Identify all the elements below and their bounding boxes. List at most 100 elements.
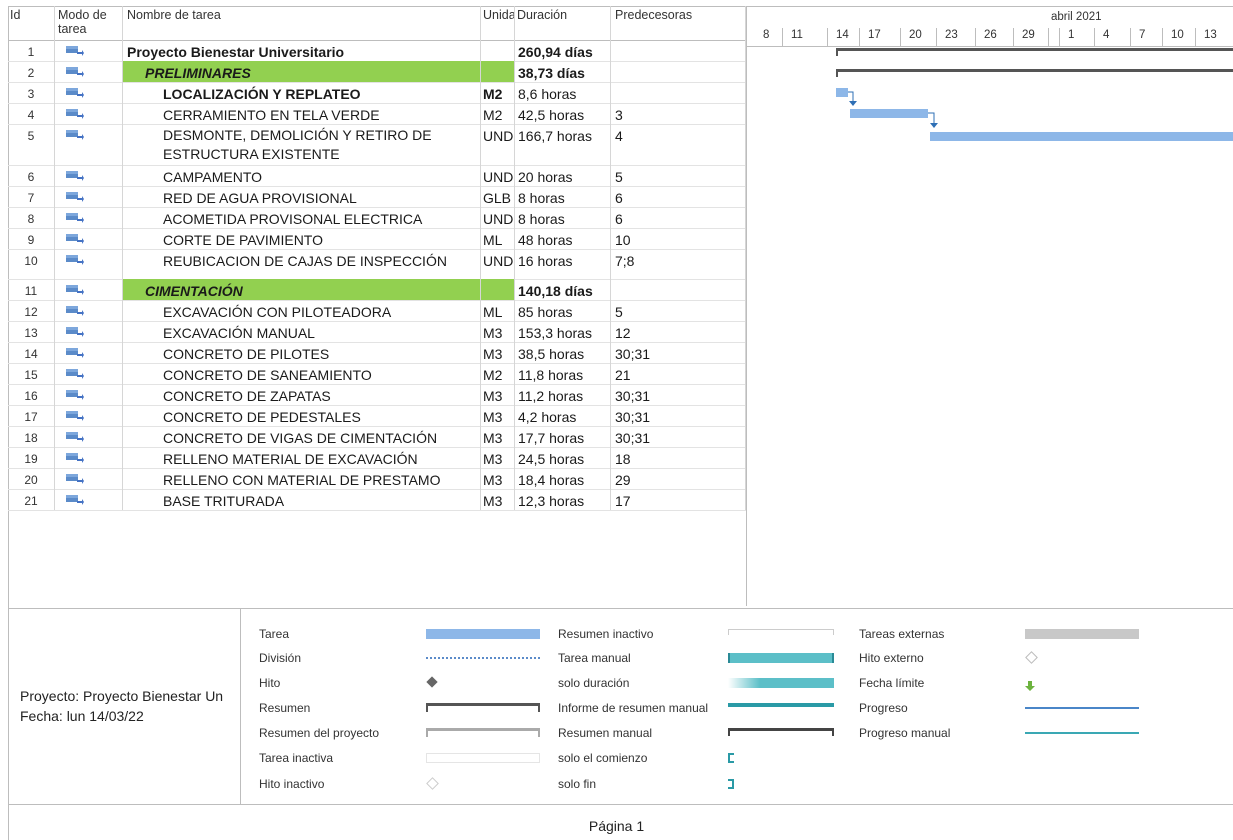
legend-label: solo fin bbox=[558, 777, 597, 791]
task-mode bbox=[55, 426, 123, 447]
auto-scheduled-icon bbox=[66, 234, 84, 244]
legend-symbol bbox=[426, 703, 540, 712]
task-bar-5[interactable] bbox=[930, 132, 1233, 141]
table-row[interactable]: 21 BASE TRITURADA M3 12,3 horas 17 bbox=[8, 489, 746, 511]
table-row[interactable]: 15 CONCRETO DE SANEAMIENTO M2 11,8 horas… bbox=[8, 363, 746, 385]
task-duration: 17,7 horas bbox=[515, 426, 611, 447]
table-row[interactable]: 3 LOCALIZACIÓN Y REPLATEO M2 8,6 horas bbox=[8, 82, 746, 104]
header-duration[interactable]: Duración bbox=[515, 6, 611, 40]
summary-cap-preliminares[interactable] bbox=[836, 69, 838, 77]
auto-scheduled-icon bbox=[66, 109, 84, 119]
link-3-4[interactable] bbox=[848, 91, 854, 101]
header-predecessors[interactable]: Predecesoras bbox=[611, 6, 746, 40]
table-row[interactable]: 13 EXCAVACIÓN MANUAL M3 153,3 horas 12 bbox=[8, 321, 746, 343]
gantt-bars bbox=[836, 48, 1233, 141]
task-predecessors: 4 bbox=[611, 124, 746, 165]
link-4-5[interactable] bbox=[928, 112, 935, 123]
header-name[interactable]: Nombre de tarea bbox=[123, 6, 481, 40]
table-row[interactable]: 10 REUBICACION DE CAJAS DE INSPECCIÓN UN… bbox=[8, 249, 746, 280]
legend-symbol bbox=[426, 629, 540, 639]
task-id: 17 bbox=[8, 405, 55, 426]
table-row[interactable]: 12 EXCAVACIÓN CON PILOTEADORA ML 85 hora… bbox=[8, 300, 746, 322]
table-row[interactable]: 5 DESMONTE, DEMOLICIÓN Y RETIRO DE ESTRUC… bbox=[8, 124, 746, 166]
task-duration: 20 horas bbox=[515, 165, 611, 186]
auto-scheduled-icon bbox=[66, 411, 84, 421]
table-row[interactable]: 11 CIMENTACIÓN 140,18 días bbox=[8, 279, 746, 301]
task-predecessors: 6 bbox=[611, 207, 746, 228]
header-mode[interactable]: Modo de tarea bbox=[55, 6, 123, 40]
header-id[interactable]: Id bbox=[8, 6, 55, 40]
task-bar-4[interactable] bbox=[850, 109, 928, 118]
task-predecessors bbox=[611, 40, 746, 61]
task-predecessors: 30;31 bbox=[611, 384, 746, 405]
task-unit bbox=[481, 279, 515, 300]
legend-label: solo duración bbox=[558, 676, 630, 690]
project-summary-bar[interactable] bbox=[836, 48, 1233, 51]
task-predecessors: 21 bbox=[611, 363, 746, 384]
legend-symbol bbox=[1025, 703, 1139, 709]
table-row[interactable]: 14 CONCRETO DE PILOTES M3 38,5 horas 30;… bbox=[8, 342, 746, 364]
legend-panel: Proyecto: Proyecto Bienestar Un Fecha: l… bbox=[8, 608, 1233, 805]
table-row[interactable]: 8 ACOMETIDA PROVISONAL ELECTRICA UND 8 h… bbox=[8, 207, 746, 229]
link-arrow-3-4[interactable] bbox=[849, 101, 857, 106]
table-row[interactable]: 16 CONCRETO DE ZAPATAS M3 11,2 horas 30;… bbox=[8, 384, 746, 406]
task-mode bbox=[55, 300, 123, 321]
link-arrow-4-5[interactable] bbox=[930, 123, 938, 128]
task-mode bbox=[55, 468, 123, 489]
auto-scheduled-icon bbox=[66, 67, 84, 77]
task-mode bbox=[55, 384, 123, 405]
auto-scheduled-icon bbox=[66, 285, 84, 295]
task-name: CONCRETO DE VIGAS DE CIMENTACIÓN bbox=[123, 426, 481, 447]
legend-label: Hito bbox=[259, 676, 281, 690]
table-row[interactable]: 9 CORTE DE PAVIMIENTO ML 48 horas 10 bbox=[8, 228, 746, 250]
task-predecessors: 3 bbox=[611, 103, 746, 124]
legend-symbol bbox=[728, 753, 734, 763]
task-mode bbox=[55, 207, 123, 228]
legend-label: Tarea bbox=[259, 627, 290, 641]
legend-symbol bbox=[1025, 678, 1035, 696]
legend-label: Resumen bbox=[259, 701, 311, 715]
project-summary-cap[interactable] bbox=[836, 48, 838, 56]
auto-scheduled-icon bbox=[66, 255, 84, 265]
header-unit[interactable]: Unidad bbox=[481, 6, 515, 40]
task-name: EXCAVACIÓN MANUAL bbox=[123, 321, 481, 342]
task-duration: 12,3 horas bbox=[515, 489, 611, 510]
summary-bar-preliminares[interactable] bbox=[836, 69, 1233, 72]
auto-scheduled-icon bbox=[66, 369, 84, 379]
task-name: CONCRETO DE ZAPATAS bbox=[123, 384, 481, 405]
auto-scheduled-icon bbox=[66, 306, 84, 316]
task-mode bbox=[55, 342, 123, 363]
legend-label: Informe de resumen manual bbox=[558, 701, 709, 715]
table-row[interactable]: 19 RELLENO MATERIAL DE EXCAVACIÓN M3 24,… bbox=[8, 447, 746, 469]
table-row[interactable]: 4 CERRAMIENTO EN TELA VERDE M2 42,5 hora… bbox=[8, 103, 746, 125]
task-duration: 85 horas bbox=[515, 300, 611, 321]
table-row[interactable]: 1 Proyecto Bienestar Universitario 260,9… bbox=[8, 40, 746, 62]
task-predecessors bbox=[611, 61, 746, 82]
auto-scheduled-icon bbox=[66, 130, 84, 140]
task-duration: 8,6 horas bbox=[515, 82, 611, 103]
table-row[interactable]: 2 PRELIMINARES 38,73 días bbox=[8, 61, 746, 83]
task-bar-3[interactable] bbox=[836, 88, 848, 97]
task-duration: 11,2 horas bbox=[515, 384, 611, 405]
task-mode bbox=[55, 228, 123, 249]
task-id: 3 bbox=[8, 82, 55, 103]
task-name: CONCRETO DE PILOTES bbox=[123, 342, 481, 363]
table-row[interactable]: 18 CONCRETO DE VIGAS DE CIMENTACIÓN M3 1… bbox=[8, 426, 746, 448]
task-id: 5 bbox=[8, 124, 55, 165]
legend-symbol bbox=[728, 678, 834, 688]
task-id: 19 bbox=[8, 447, 55, 468]
task-unit: ML bbox=[481, 228, 515, 249]
task-name: BASE TRITURADA bbox=[123, 489, 481, 510]
task-duration: 8 horas bbox=[515, 186, 611, 207]
task-id: 10 bbox=[8, 249, 55, 279]
task-mode bbox=[55, 103, 123, 124]
task-predecessors: 12 bbox=[611, 321, 746, 342]
task-name: CONCRETO DE PEDESTALES bbox=[123, 405, 481, 426]
task-id: 7 bbox=[8, 186, 55, 207]
table-row[interactable]: 6 CAMPAMENTO UND 20 horas 5 bbox=[8, 165, 746, 187]
task-unit: UND bbox=[481, 207, 515, 228]
table-row[interactable]: 7 RED DE AGUA PROVISIONAL GLB 8 horas 6 bbox=[8, 186, 746, 208]
table-row[interactable]: 17 CONCRETO DE PEDESTALES M3 4,2 horas 3… bbox=[8, 405, 746, 427]
table-row[interactable]: 20 RELLENO CON MATERIAL DE PRESTAMO M3 1… bbox=[8, 468, 746, 490]
task-predecessors bbox=[611, 82, 746, 103]
